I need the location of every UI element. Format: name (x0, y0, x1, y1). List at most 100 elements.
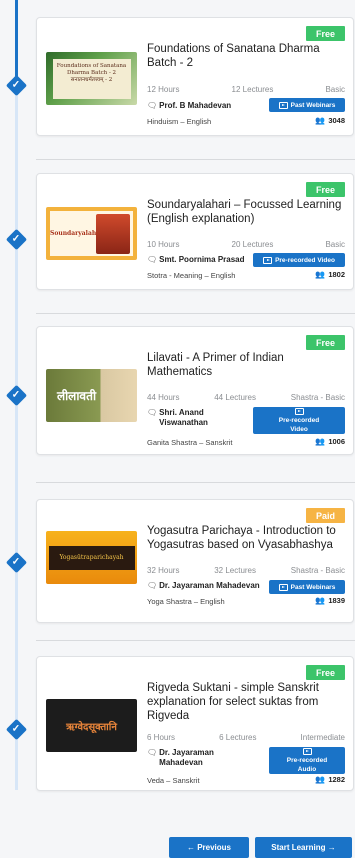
course-level: Intermediate (300, 733, 345, 742)
course-hours: 44 Hours (147, 393, 180, 402)
learners-value: 1006 (328, 437, 345, 446)
course-thumbnail[interactable]: Yogasūtraparichayah (46, 531, 137, 584)
check-diamond-icon: ✓ (5, 718, 28, 741)
chat-bubble-icon: 🗨 (147, 408, 158, 417)
users-icon: 👥 (315, 270, 326, 279)
course-type-label: Past Webinars (290, 583, 336, 591)
start-learning-button[interactable]: Start Learning → (255, 837, 352, 858)
users-icon: 👥 (315, 116, 326, 125)
instructor-name: Prof. B Mahadevan (159, 101, 232, 110)
course-card[interactable]: Free ऋग्वेदसूक्तानि Rigveda Suktani - si… (36, 656, 354, 791)
course-type-button[interactable]: Past Webinars (269, 98, 345, 112)
course-hours: 10 Hours (147, 240, 180, 249)
course-card[interactable]: Free लीलावती Lilavati - A Primer of Indi… (36, 326, 354, 455)
status-badge: Free (305, 665, 345, 680)
divider (36, 159, 355, 160)
learners-value: 1802 (328, 270, 345, 279)
learners-value: 1839 (328, 596, 345, 605)
course-thumbnail[interactable]: ऋग्वेदसूक्तानि (46, 699, 137, 752)
course-level: Basic (325, 240, 345, 249)
thumbnail-text: Yogasūtraparichayah (48, 545, 135, 570)
course-meta: 6 Hours 6 Lectures Intermediate (147, 733, 345, 742)
course-instructor[interactable]: 🗨 Dr. Jayaraman Mahadevan (147, 748, 223, 768)
course-meta: 44 Hours 44 Lectures Shastra - Basic (147, 393, 345, 402)
course-title[interactable]: Rigveda Suktani - simple Sanskrit explan… (147, 681, 345, 723)
course-title[interactable]: Lilavati - A Primer of Indian Mathematic… (147, 351, 345, 379)
course-instructor[interactable]: 🗨 Smt. Poornima Prasad (147, 255, 245, 265)
status-badge: Free (305, 182, 345, 197)
check-diamond-icon: ✓ (5, 551, 28, 574)
learners-count: 👥 1839 (315, 596, 345, 605)
course-type-label: Pre-recorded Audio (286, 756, 328, 773)
course-category: Stotra - Meaning – English (147, 271, 236, 280)
play-icon (278, 101, 288, 109)
course-category: Yoga Shastra – English (147, 597, 225, 606)
chat-bubble-icon: 🗨 (147, 581, 158, 590)
course-type-button[interactable]: Past Webinars (269, 580, 345, 594)
divider (36, 313, 355, 314)
course-category: Ganita Shastra – Sanskrit (147, 438, 233, 447)
chat-bubble-icon: 🗨 (147, 101, 158, 110)
course-title[interactable]: Yogasutra Parichaya - Introduction to Yo… (147, 524, 345, 552)
course-thumbnail[interactable]: Soundaryalahari (46, 207, 137, 260)
course-type-label: Pre-recorded Video (278, 416, 320, 433)
course-title[interactable]: Foundations of Sanatana Dharma Batch - 2 (147, 42, 345, 70)
thumbnail-text: Soundaryalahari (50, 230, 106, 237)
previous-button[interactable]: ← Previous (169, 837, 249, 858)
course-card[interactable]: Free Foundations of Sanatana Dharma Batc… (36, 17, 354, 136)
course-card[interactable]: Paid Yogasūtraparichayah Yogasutra Paric… (36, 499, 354, 623)
course-level: Shastra - Basic (290, 393, 345, 402)
course-lectures: 32 Lectures (214, 566, 257, 575)
chat-bubble-icon: 🗨 (147, 255, 158, 264)
check-diamond-icon: ✓ (5, 74, 28, 97)
learners-count: 👥 1282 (315, 775, 345, 784)
instructor-name: Smt. Poornima Prasad (159, 255, 245, 264)
course-category: Veda – Sanskrit (147, 776, 200, 785)
course-level: Basic (325, 85, 345, 94)
learners-value: 3048 (328, 116, 345, 125)
learners-value: 1282 (328, 775, 345, 784)
course-title[interactable]: Soundaryalahari – Focussed Learning (Eng… (147, 198, 345, 226)
course-meta: 32 Hours 32 Lectures Shastra - Basic (147, 566, 345, 575)
course-lectures: 20 Lectures (231, 240, 274, 249)
learners-count: 👥 1006 (315, 437, 345, 446)
course-lectures: 12 Lectures (231, 85, 274, 94)
course-thumbnail[interactable]: Foundations of Sanatana Dharma Batch - 2… (46, 52, 137, 105)
instructor-name: Shri. Anand Viswanathan (159, 408, 208, 427)
play-icon (294, 407, 304, 415)
course-lectures: 6 Lectures (219, 733, 257, 742)
course-lectures: 44 Lectures (214, 393, 257, 402)
play-icon (278, 583, 288, 591)
status-badge: Free (305, 335, 345, 350)
thumbnail-text: Foundations of Sanatana Dharma Batch - 2… (52, 58, 131, 99)
course-type-label: Pre-recorded Video (275, 256, 335, 264)
divider (36, 482, 355, 483)
check-diamond-icon: ✓ (5, 384, 28, 407)
course-instructor[interactable]: 🗨 Shri. Anand Viswanathan (147, 408, 217, 428)
course-hours: 6 Hours (147, 733, 176, 742)
course-type-label: Past Webinars (290, 101, 336, 109)
thumbnail-text: लीलावती (56, 389, 97, 403)
course-level: Shastra - Basic (290, 566, 345, 575)
timeline-progress (15, 0, 18, 80)
thumbnail-text: ऋग्वेदसूक्तानि (66, 721, 117, 733)
check-diamond-icon: ✓ (5, 228, 28, 251)
course-category: Hinduism – English (147, 117, 212, 126)
chat-bubble-icon: 🗨 (147, 748, 158, 757)
users-icon: 👥 (315, 775, 326, 784)
course-type-button[interactable]: Pre-recorded Video (253, 253, 345, 267)
course-thumbnail[interactable]: लीलावती (46, 369, 137, 422)
course-hours: 32 Hours (147, 566, 180, 575)
course-meta: 12 Hours 12 Lectures Basic (147, 85, 345, 94)
course-meta: 10 Hours 20 Lectures Basic (147, 240, 345, 249)
course-type-button[interactable]: Pre-recorded Audio (269, 747, 345, 774)
course-type-button[interactable]: Pre-recorded Video (253, 407, 345, 434)
users-icon: 👥 (315, 437, 326, 446)
course-instructor[interactable]: 🗨 Prof. B Mahadevan (147, 101, 231, 111)
instructor-name: Dr. Jayaraman Mahadevan (159, 748, 214, 767)
users-icon: 👥 (315, 596, 326, 605)
play-icon (263, 256, 273, 264)
course-instructor[interactable]: 🗨 Dr. Jayaraman Mahadevan (147, 581, 260, 591)
course-card[interactable]: Free Soundaryalahari Soundaryalahari – F… (36, 173, 354, 290)
learners-count: 👥 3048 (315, 116, 345, 125)
